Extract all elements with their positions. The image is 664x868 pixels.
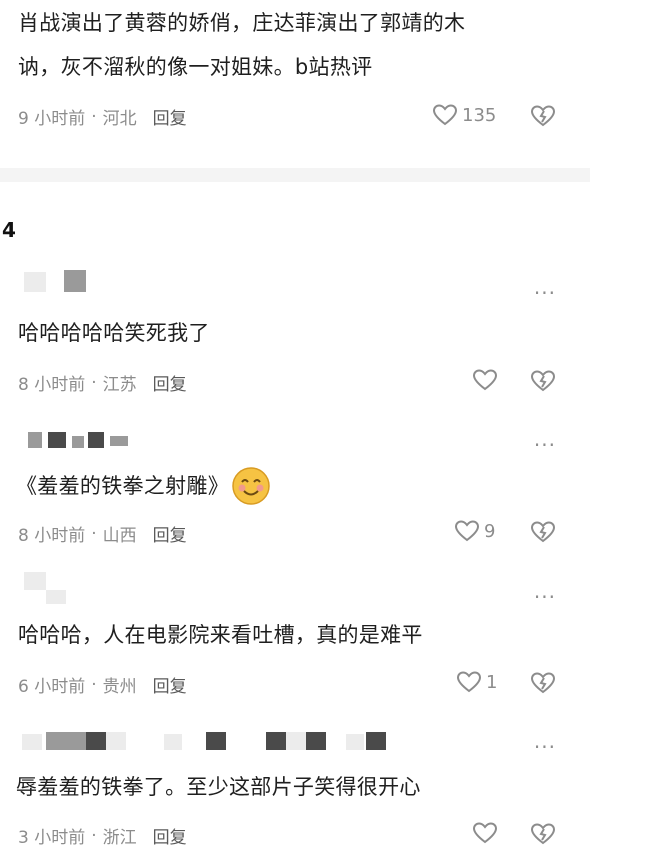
meta-separator: · bbox=[91, 372, 97, 393]
blurred-username bbox=[24, 572, 46, 590]
more-dots-icon[interactable]: ··· bbox=[534, 587, 556, 607]
blurred-username bbox=[72, 436, 84, 448]
broken-heart-icon[interactable] bbox=[530, 368, 556, 394]
comment-time: 9 小时前 bbox=[18, 109, 86, 129]
comment-text: 辱羞羞的铁拳了。至少这部片子笑得很开心 bbox=[16, 775, 421, 799]
reply-button[interactable]: 回复 bbox=[153, 672, 187, 697]
more-dots-icon[interactable]: ··· bbox=[534, 283, 556, 303]
section-divider bbox=[0, 168, 590, 182]
like-button[interactable]: 135 bbox=[432, 103, 496, 127]
meta-separator: · bbox=[91, 674, 97, 695]
blurred-username bbox=[48, 432, 66, 448]
comment-location: 浙江 bbox=[102, 828, 137, 848]
like-button[interactable]: 9 bbox=[454, 519, 495, 543]
comment-location: 河北 bbox=[102, 109, 137, 129]
comment-location: 江苏 bbox=[102, 375, 137, 395]
broken-heart-icon[interactable] bbox=[530, 821, 556, 847]
blurred-username bbox=[46, 590, 66, 604]
like-button[interactable] bbox=[472, 368, 498, 392]
reply-button[interactable]: 回复 bbox=[153, 521, 187, 546]
blurred-username bbox=[64, 270, 86, 292]
smiling-emoji-icon bbox=[231, 466, 271, 506]
section-rank: 4 bbox=[2, 218, 16, 242]
like-count: 1 bbox=[486, 671, 498, 693]
like-button[interactable] bbox=[472, 821, 498, 845]
top-comment-line1: 肖战演出了黄蓉的娇俏，庄达菲演出了郭靖的木 bbox=[18, 11, 466, 35]
heart-icon bbox=[472, 821, 498, 845]
top-comment-meta: 9 小时前 · 河北 回复 bbox=[18, 104, 187, 130]
meta-separator: · bbox=[91, 523, 97, 544]
blurred-username bbox=[266, 732, 286, 750]
blurred-username bbox=[66, 732, 86, 750]
more-dots-icon[interactable]: ··· bbox=[534, 737, 556, 757]
blurred-username bbox=[28, 432, 42, 448]
blurred-username bbox=[346, 734, 364, 750]
comment-text: 《羞羞的铁拳之射雕》 bbox=[16, 474, 229, 498]
more-dots-icon[interactable]: ··· bbox=[534, 435, 556, 455]
comment-text: 哈哈哈，人在电影院来看吐槽，真的是难平 bbox=[18, 623, 423, 647]
comment-meta: 8 小时前 · 山西 回复 bbox=[18, 521, 187, 547]
comment-time: 3 小时前 bbox=[18, 828, 86, 848]
blurred-username bbox=[106, 732, 126, 750]
comment-meta: 8 小时前 · 江苏 回复 bbox=[18, 370, 187, 396]
meta-separator: · bbox=[91, 825, 97, 846]
broken-heart-icon[interactable] bbox=[530, 519, 556, 545]
blurred-username bbox=[206, 732, 226, 750]
blurred-username bbox=[366, 732, 386, 750]
blurred-username bbox=[86, 732, 106, 750]
blurred-username bbox=[306, 732, 326, 750]
blurred-username bbox=[110, 436, 128, 446]
comment-time: 8 小时前 bbox=[18, 526, 86, 546]
top-comment-line2: 讷，灰不溜秋的像一对姐妹。b站热评 bbox=[18, 55, 373, 79]
reply-button[interactable]: 回复 bbox=[153, 370, 187, 395]
reply-button[interactable]: 回复 bbox=[153, 823, 187, 848]
comment-time: 8 小时前 bbox=[18, 375, 86, 395]
heart-icon bbox=[456, 670, 482, 694]
comment-meta: 3 小时前 · 浙江 回复 bbox=[18, 823, 187, 849]
comment-text: 哈哈哈哈哈笑死我了 bbox=[18, 321, 210, 345]
blurred-username bbox=[46, 732, 66, 750]
heart-icon bbox=[472, 368, 498, 392]
blurred-username bbox=[286, 732, 306, 750]
like-count: 135 bbox=[462, 104, 497, 126]
reply-button[interactable]: 回复 bbox=[153, 104, 187, 129]
meta-separator: · bbox=[91, 106, 97, 127]
comment-time: 6 小时前 bbox=[18, 677, 86, 697]
comment-text-row: 《羞羞的铁拳之射雕》 bbox=[16, 466, 271, 506]
comment-meta: 6 小时前 · 贵州 回复 bbox=[18, 672, 187, 698]
blurred-username bbox=[24, 272, 46, 292]
like-count: 9 bbox=[484, 520, 496, 542]
like-button[interactable]: 1 bbox=[456, 670, 497, 694]
blurred-username bbox=[22, 734, 42, 750]
comment-location: 贵州 bbox=[102, 677, 137, 697]
comment-location: 山西 bbox=[102, 526, 137, 546]
heart-icon bbox=[454, 519, 480, 543]
heart-icon bbox=[432, 103, 458, 127]
blurred-username bbox=[88, 432, 104, 448]
broken-heart-icon[interactable] bbox=[530, 670, 556, 696]
blurred-username bbox=[164, 734, 182, 750]
broken-heart-icon[interactable] bbox=[530, 103, 556, 129]
